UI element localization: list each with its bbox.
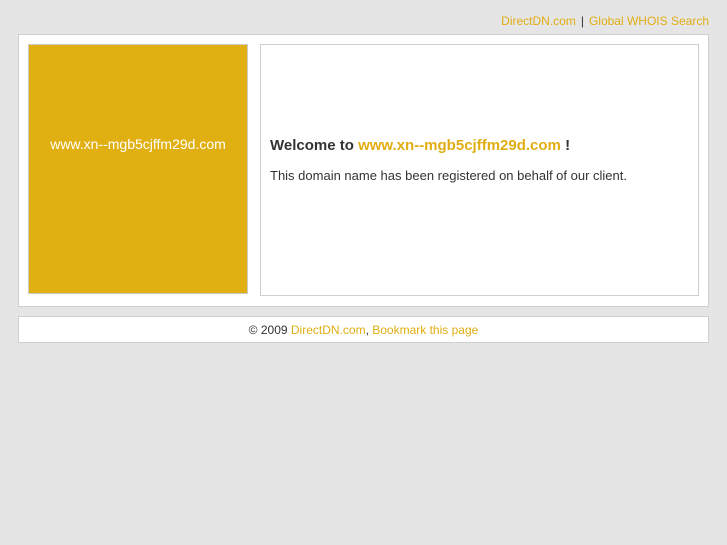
footer-comma: , (365, 322, 369, 337)
welcome-domain: www.xn--mgb5cjffm29d.com (358, 137, 561, 154)
welcome-heading: Welcome to www.xn--mgb5cjffm29d.com ! (270, 137, 570, 154)
domain-panel: www.xn--mgb5cjffm29d.com (28, 44, 248, 294)
page: DirectDN.com | Global WHOIS Search www.xn-… (0, 0, 727, 545)
top-links: DirectDN.com | Global WHOIS Search (501, 14, 709, 28)
footer: © 2009 DirectDN.com, Bookmark this page (18, 316, 709, 343)
global-whois-search-link[interactable]: Global WHOIS Search (589, 14, 709, 28)
link-separator: | (580, 14, 584, 28)
domain-panel-label: www.xn--mgb5cjffm29d.com (50, 136, 226, 152)
main-box: www.xn--mgb5cjffm29d.com Welcome to www.… (18, 34, 709, 307)
bookmark-link[interactable]: Bookmark this page (372, 323, 478, 337)
footer-directdn-link[interactable]: DirectDN.com (291, 323, 366, 337)
content-panel: Welcome to www.xn--mgb5cjffm29d.com ! Th… (260, 44, 699, 296)
copyright-text: © 2009 (248, 322, 288, 337)
welcome-suffix: ! (565, 137, 571, 154)
directdn-link[interactable]: DirectDN.com (501, 14, 576, 28)
registration-notice: This domain name has been registered on … (270, 168, 627, 183)
welcome-prefix: Welcome to (270, 137, 354, 154)
